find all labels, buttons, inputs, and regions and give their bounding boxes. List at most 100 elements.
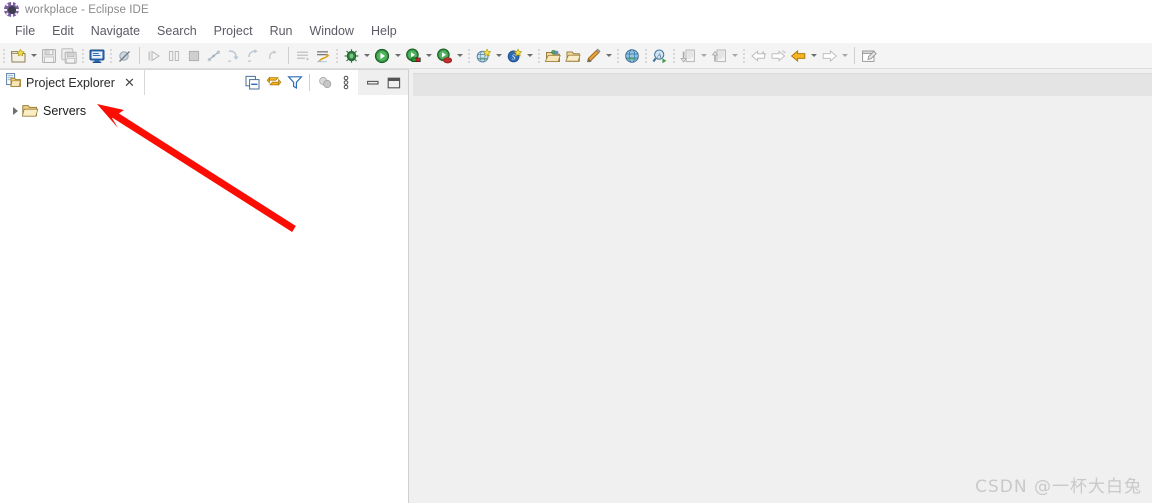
profile-dropdown-icon[interactable] xyxy=(454,46,465,66)
toolbar-grip[interactable] xyxy=(110,48,112,63)
window-title: workplace - Eclipse IDE xyxy=(25,3,149,16)
toolbar-separator xyxy=(139,47,140,64)
menu-item-search[interactable]: Search xyxy=(149,22,206,40)
folder-icon xyxy=(22,103,40,119)
import-dropdown-icon[interactable] xyxy=(698,46,709,66)
eclipse-ide-window: workplace - Eclipse IDE File Edit Naviga… xyxy=(0,0,1152,503)
toolbar-grip[interactable] xyxy=(645,48,647,63)
editor-empty-body[interactable] xyxy=(413,96,1152,503)
toolbar-group-navigation xyxy=(740,43,850,69)
new-wizard-dropdown-icon[interactable] xyxy=(28,46,39,66)
eclipse-icon xyxy=(4,2,19,17)
toolbar-grip[interactable] xyxy=(82,48,84,63)
toolbar-grip[interactable] xyxy=(336,48,338,63)
toolbar-group-browser xyxy=(614,43,642,69)
project-explorer-icon xyxy=(6,73,21,92)
open-resource-icon[interactable] xyxy=(563,46,583,66)
next-annotation-icon xyxy=(293,46,313,66)
toolbar-group-annotations xyxy=(293,43,333,69)
view-menu-icon[interactable] xyxy=(335,72,356,94)
project-explorer-tree[interactable]: Servers xyxy=(0,95,408,501)
editor-tab-strip[interactable] xyxy=(413,73,1152,97)
toolbar-group-breakpoints xyxy=(107,43,135,69)
skip-all-breakpoints-icon xyxy=(115,46,135,66)
menu-item-project[interactable]: Project xyxy=(206,22,262,40)
step-return-icon xyxy=(264,46,284,66)
chevron-right-icon[interactable] xyxy=(8,103,22,119)
previous-edit-location-icon[interactable] xyxy=(788,46,808,66)
new-editor-icon[interactable] xyxy=(859,46,879,66)
toolbar-group-file xyxy=(0,43,79,69)
tree-item-servers[interactable]: Servers xyxy=(6,101,408,120)
toolbar-separator xyxy=(854,47,855,64)
editor-area xyxy=(410,69,1152,503)
tab-label-project-explorer: Project Explorer xyxy=(26,75,115,90)
toolbar-separator xyxy=(288,47,289,64)
back-to-icon xyxy=(748,46,768,66)
disconnect-icon xyxy=(204,46,224,66)
search-icon[interactable]: A xyxy=(650,46,670,66)
main-toolbar: S A xyxy=(0,43,1152,69)
project-explorer-view-controls xyxy=(358,69,408,95)
debug-icon[interactable] xyxy=(341,46,361,66)
close-icon[interactable]: ✕ xyxy=(122,76,137,89)
menu-item-help[interactable]: Help xyxy=(363,22,406,40)
save-all-icon xyxy=(59,46,79,66)
toolbar-grip[interactable] xyxy=(3,48,5,63)
menu-item-run[interactable]: Run xyxy=(262,22,302,40)
new-wizard-icon[interactable] xyxy=(8,46,28,66)
svg-text:S: S xyxy=(511,52,515,61)
window-title-bar: workplace - Eclipse IDE xyxy=(0,0,1152,19)
next-edit-location-dropdown-icon[interactable] xyxy=(839,46,850,66)
toolbar-grip[interactable] xyxy=(468,48,470,63)
open-type-icon[interactable] xyxy=(543,46,563,66)
run-dropdown-icon[interactable] xyxy=(392,46,403,66)
menu-item-window[interactable]: Window xyxy=(302,22,363,40)
profile-icon[interactable] xyxy=(434,46,454,66)
toolbar-grip[interactable] xyxy=(617,48,619,63)
project-explorer-view: Project Explorer ✕ Servers xyxy=(0,69,409,503)
tab-filler xyxy=(144,69,240,95)
export-dropdown-icon[interactable] xyxy=(729,46,740,66)
csdn-watermark: CSDN @一杯大白兔 xyxy=(975,477,1142,497)
menu-item-file[interactable]: File xyxy=(7,22,44,40)
project-explorer-tab-row: Project Explorer ✕ xyxy=(0,69,408,95)
terminate-icon xyxy=(184,46,204,66)
view-toolbar-separator xyxy=(309,74,310,91)
new-session-bean-dropdown-icon[interactable] xyxy=(524,46,535,66)
save-icon xyxy=(39,46,59,66)
maximize-view-icon[interactable] xyxy=(383,72,404,94)
toolbar-grip[interactable] xyxy=(538,48,540,63)
collapse-all-icon[interactable] xyxy=(242,72,263,94)
menu-item-edit[interactable]: Edit xyxy=(44,22,83,40)
new-dynamic-web-project-dropdown-icon[interactable] xyxy=(493,46,504,66)
step-over-icon xyxy=(244,46,264,66)
toolbar-group-console xyxy=(79,43,107,69)
new-java-class-dropdown-icon[interactable] xyxy=(603,46,614,66)
new-java-class-icon[interactable] xyxy=(583,46,603,66)
run-on-server-dropdown-icon[interactable] xyxy=(423,46,434,66)
console-icon[interactable] xyxy=(87,46,107,66)
menu-item-navigate[interactable]: Navigate xyxy=(83,22,149,40)
view-filter-icon[interactable] xyxy=(284,72,305,94)
previous-annotation-icon[interactable] xyxy=(313,46,333,66)
toolbar-grip[interactable] xyxy=(673,48,675,63)
new-session-bean-icon[interactable]: S xyxy=(504,46,524,66)
toolbar-group-launch xyxy=(333,43,465,69)
run-on-server-icon[interactable] xyxy=(403,46,423,66)
tab-project-explorer[interactable]: Project Explorer ✕ xyxy=(0,69,145,95)
import-icon xyxy=(678,46,698,66)
toolbar-grip[interactable] xyxy=(743,48,745,63)
run-icon[interactable] xyxy=(372,46,392,66)
next-edit-location-icon xyxy=(819,46,839,66)
debug-dropdown-icon[interactable] xyxy=(361,46,372,66)
previous-edit-location-dropdown-icon[interactable] xyxy=(808,46,819,66)
step-into-icon xyxy=(224,46,244,66)
new-dynamic-web-project-icon[interactable] xyxy=(473,46,493,66)
open-web-browser-icon[interactable] xyxy=(622,46,642,66)
link-with-editor-icon[interactable] xyxy=(263,72,284,94)
minimize-view-icon[interactable] xyxy=(362,72,383,94)
toolbar-group-web: S xyxy=(465,43,535,69)
menu-bar: File Edit Navigate Search Project Run Wi… xyxy=(0,19,1152,43)
focus-on-active-task-icon xyxy=(314,72,335,94)
